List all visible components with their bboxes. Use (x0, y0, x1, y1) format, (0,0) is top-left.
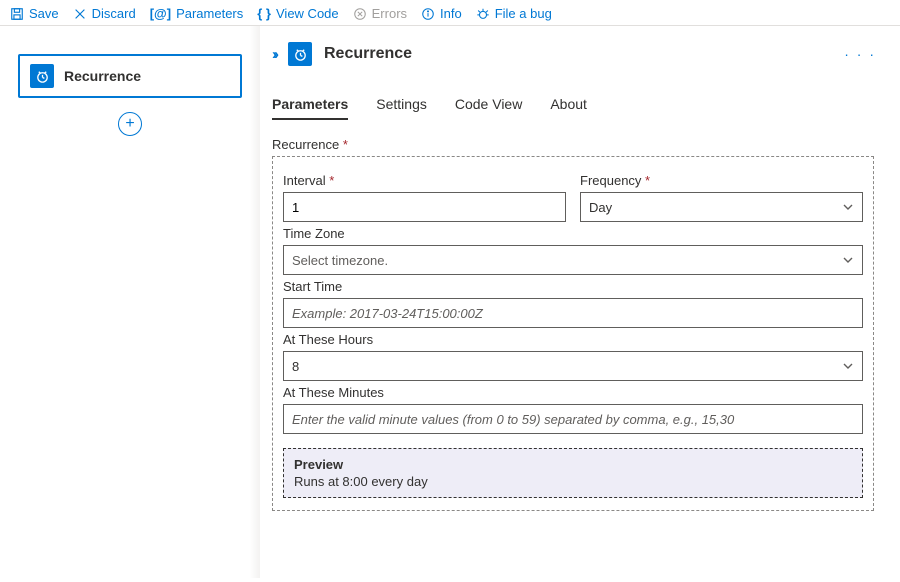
clock-icon (288, 42, 312, 66)
save-label: Save (29, 6, 59, 21)
designer-canvas: Recurrence + (0, 26, 260, 578)
hours-field: At These Hours 8 (283, 332, 863, 381)
code-icon: { } (257, 6, 271, 21)
recurrence-box: Interval Frequency Day Time Zone Select … (272, 156, 874, 511)
parameters-label: Parameters (176, 6, 243, 21)
timezone-select[interactable]: Select timezone. (283, 245, 863, 275)
minutes-input[interactable] (283, 404, 863, 434)
info-icon (421, 7, 435, 21)
frequency-label: Frequency (580, 173, 863, 188)
minutes-field: At These Minutes (283, 385, 863, 434)
collapse-button[interactable]: ›› (272, 46, 276, 63)
timezone-field: Time Zone Select timezone. (283, 226, 863, 275)
file-bug-label: File a bug (495, 6, 552, 21)
node-title: Recurrence (64, 68, 141, 84)
hours-select[interactable]: 8 (283, 351, 863, 381)
section-recurrence-label: Recurrence (272, 137, 876, 152)
panel-tabs: Parameters Settings Code View About (272, 96, 876, 121)
x-icon (73, 7, 87, 21)
file-bug-button[interactable]: File a bug (476, 6, 552, 21)
tab-settings[interactable]: Settings (376, 96, 427, 120)
view-code-label: View Code (276, 6, 339, 21)
details-panel: ›› Recurrence · · · Parameters Settings … (260, 26, 900, 578)
trigger-node-recurrence[interactable]: Recurrence (18, 54, 242, 98)
tab-parameters[interactable]: Parameters (272, 96, 348, 120)
interval-input[interactable] (283, 192, 566, 222)
interval-label: Interval (283, 173, 566, 188)
preview-box: Preview Runs at 8:00 every day (283, 448, 863, 498)
discard-button[interactable]: Discard (73, 6, 136, 21)
info-label: Info (440, 6, 462, 21)
errors-label: Errors (372, 6, 407, 21)
hours-value: 8 (292, 359, 299, 374)
tab-code-view[interactable]: Code View (455, 96, 522, 120)
add-step-wrap: + (18, 112, 242, 136)
error-icon (353, 7, 367, 21)
timezone-placeholder: Select timezone. (292, 253, 388, 268)
frequency-value: Day (589, 200, 612, 215)
save-button[interactable]: Save (10, 6, 59, 21)
tab-about[interactable]: About (550, 96, 587, 120)
chevron-down-icon (842, 254, 854, 266)
more-menu-button[interactable]: · · · (844, 46, 876, 62)
interval-field: Interval (283, 169, 566, 222)
minutes-label: At These Minutes (283, 385, 863, 400)
discard-label: Discard (92, 6, 136, 21)
toolbar: Save Discard [@] Parameters { } View Cod… (0, 0, 900, 26)
clock-icon (30, 64, 54, 88)
starttime-field: Start Time (283, 279, 863, 328)
preview-text: Runs at 8:00 every day (294, 474, 852, 489)
plus-icon: + (125, 116, 134, 132)
preview-title: Preview (294, 457, 852, 472)
frequency-field: Frequency Day (580, 169, 863, 222)
panel-title: Recurrence (324, 45, 412, 63)
chevron-down-icon (842, 360, 854, 372)
add-step-button[interactable]: + (118, 112, 142, 136)
parameters-button[interactable]: [@] Parameters (150, 6, 244, 21)
view-code-button[interactable]: { } View Code (257, 6, 338, 21)
timezone-label: Time Zone (283, 226, 863, 241)
frequency-select[interactable]: Day (580, 192, 863, 222)
starttime-input[interactable] (283, 298, 863, 328)
bug-icon (476, 7, 490, 21)
starttime-label: Start Time (283, 279, 863, 294)
errors-button: Errors (353, 6, 407, 21)
hours-label: At These Hours (283, 332, 863, 347)
main: Recurrence + ›› Recurrence · · · Paramet… (0, 26, 900, 578)
parameters-icon: [@] (150, 6, 171, 21)
save-icon (10, 7, 24, 21)
panel-header: ›› Recurrence · · · (264, 42, 876, 66)
info-button[interactable]: Info (421, 6, 462, 21)
chevron-down-icon (842, 201, 854, 213)
